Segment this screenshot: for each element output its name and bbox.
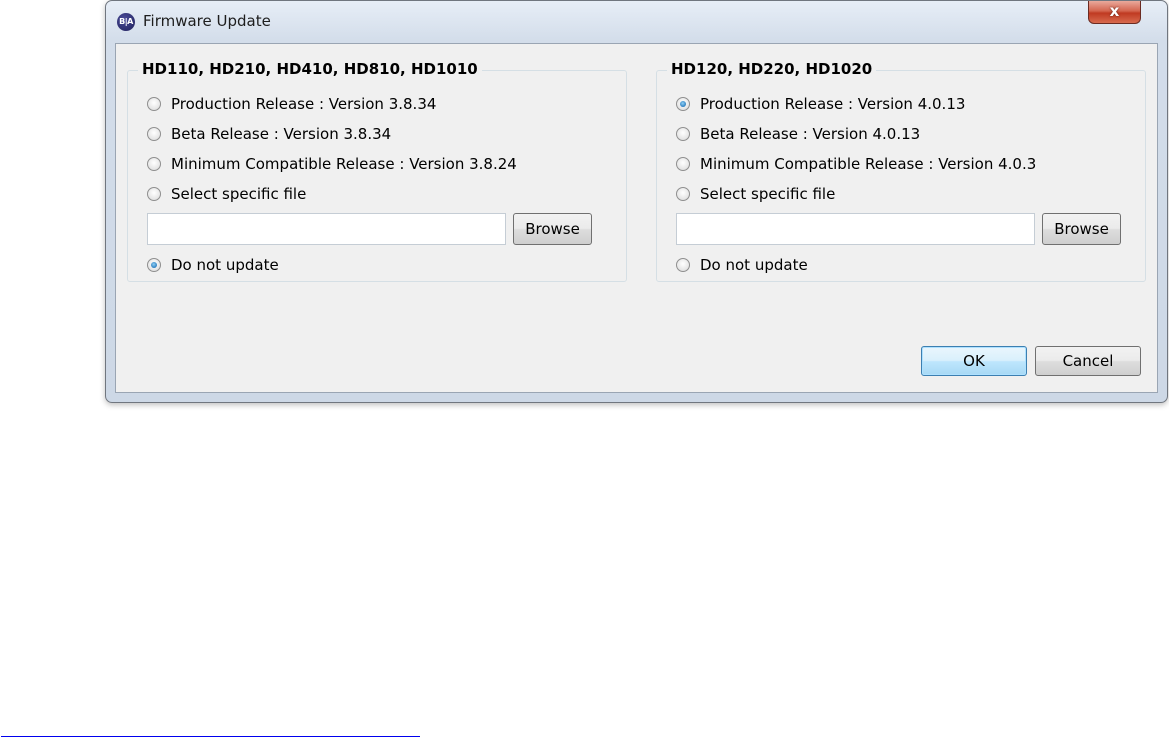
radio-label: Select specific file (700, 185, 836, 203)
app-logo-icon: B|A (117, 13, 135, 31)
close-button[interactable]: x (1088, 1, 1141, 24)
browse-button[interactable]: Browse (513, 213, 592, 245)
dialog-body: HD110, HD210, HD410, HD810, HD1010 Produ… (115, 43, 1158, 393)
radio-label: Do not update (171, 256, 279, 274)
radio-label: Minimum Compatible Release : Version 3.8… (171, 155, 517, 173)
radio-button[interactable] (676, 187, 690, 201)
radio-beta-release[interactable]: Beta Release : Version 4.0.13 (676, 123, 920, 145)
radio-button[interactable] (147, 157, 161, 171)
group-hd1xx20: HD120, HD220, HD1020 Production Release … (656, 60, 1146, 282)
group-title: HD110, HD210, HD410, HD810, HD1010 (138, 60, 482, 78)
ok-button[interactable]: OK (921, 346, 1027, 376)
file-path-input[interactable] (676, 213, 1035, 245)
radio-button[interactable] (147, 97, 161, 111)
file-path-input[interactable] (147, 213, 506, 245)
radio-select-specific-file[interactable]: Select specific file (147, 183, 306, 205)
radio-button[interactable] (676, 127, 690, 141)
radio-label: Minimum Compatible Release : Version 4.0… (700, 155, 1037, 173)
radio-button[interactable] (147, 127, 161, 141)
cancel-button[interactable]: Cancel (1035, 346, 1141, 376)
radio-button[interactable] (676, 97, 690, 111)
radio-minimum-compatible-release[interactable]: Minimum Compatible Release : Version 3.8… (147, 153, 517, 175)
close-icon: x (1109, 2, 1120, 20)
radio-button[interactable] (676, 157, 690, 171)
browse-button[interactable]: Browse (1042, 213, 1121, 245)
radio-label: Beta Release : Version 3.8.34 (171, 125, 392, 143)
radio-label: Beta Release : Version 4.0.13 (700, 125, 921, 143)
radio-button[interactable] (147, 258, 161, 272)
radio-label: Production Release : Version 3.8.34 (171, 95, 437, 113)
radio-select-specific-file[interactable]: Select specific file (676, 183, 835, 205)
radio-do-not-update[interactable]: Do not update (676, 254, 808, 276)
radio-do-not-update[interactable]: Do not update (147, 254, 279, 276)
title-bar[interactable]: B|A Firmware Update x (106, 1, 1167, 43)
radio-button[interactable] (147, 187, 161, 201)
radio-label: Production Release : Version 4.0.13 (700, 95, 966, 113)
radio-button[interactable] (676, 258, 690, 272)
radio-production-release[interactable]: Production Release : Version 4.0.13 (676, 93, 965, 115)
group-title: HD120, HD220, HD1020 (667, 60, 877, 78)
link-underline[interactable] (1, 736, 420, 737)
radio-minimum-compatible-release[interactable]: Minimum Compatible Release : Version 4.0… (676, 153, 1036, 175)
radio-production-release[interactable]: Production Release : Version 3.8.34 (147, 93, 436, 115)
group-hd1xx0: HD110, HD210, HD410, HD810, HD1010 Produ… (127, 60, 627, 282)
window-title: Firmware Update (143, 12, 271, 30)
radio-beta-release[interactable]: Beta Release : Version 3.8.34 (147, 123, 391, 145)
radio-label: Select specific file (171, 185, 307, 203)
firmware-update-dialog: B|A Firmware Update x HD110, HD210, HD41… (105, 0, 1168, 403)
radio-label: Do not update (700, 256, 808, 274)
